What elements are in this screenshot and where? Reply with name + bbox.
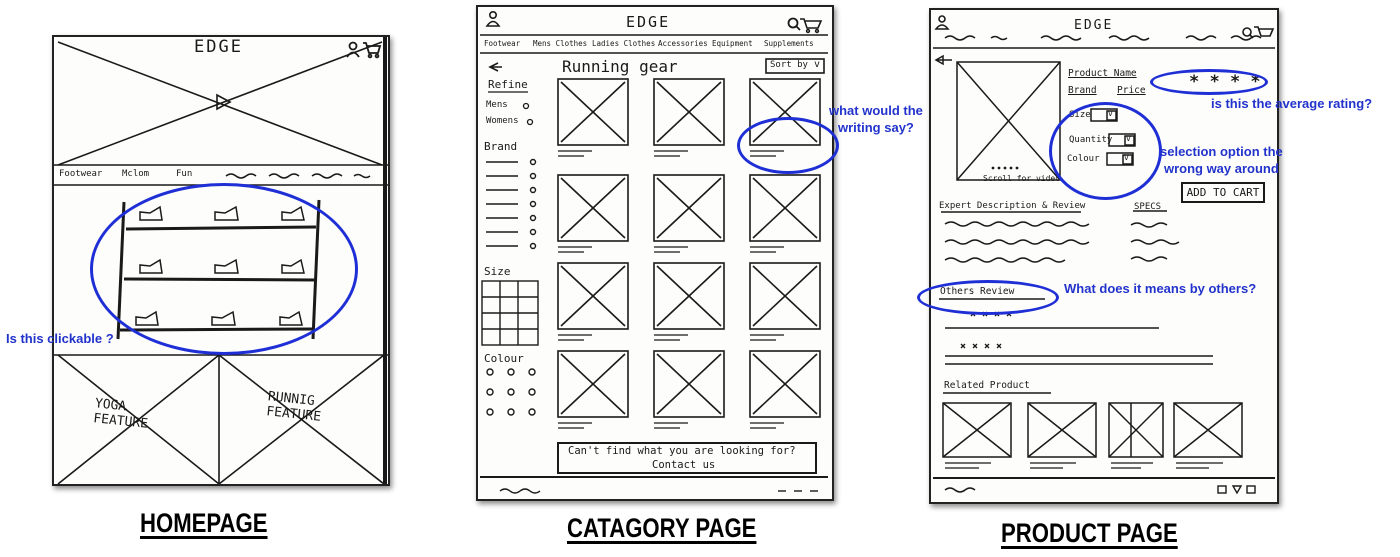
colour-dropdown-chevron-icon[interactable]: v: [1124, 153, 1129, 162]
others-annotation: What does it means by others?: [1064, 281, 1257, 296]
others-review-heading: Others Review: [940, 286, 1015, 297]
contact-line-1[interactable]: Can't find what you are looking for?: [568, 445, 796, 457]
product-label: PRODUCT PAGE: [1001, 518, 1178, 548]
back-arrow-icon[interactable]: [488, 62, 502, 72]
size-grid[interactable]: [481, 280, 539, 346]
nav-item-3[interactable]: Fun: [176, 169, 192, 179]
selection-annotation: selection option the wrong way around: [1160, 144, 1283, 176]
user-icon[interactable]: [485, 11, 501, 27]
colour-filter-label: Colour: [484, 352, 524, 365]
cat-nav-ladies[interactable]: Ladies Clothes: [592, 39, 655, 48]
cart-icon[interactable]: [800, 18, 823, 34]
cart-icon[interactable]: [363, 42, 382, 59]
product-card[interactable]: [749, 78, 821, 157]
product-card[interactable]: [749, 262, 821, 341]
tab-expert-review[interactable]: Expert Description & Review: [939, 201, 1085, 211]
product-brand[interactable]: EDGE: [1074, 18, 1113, 33]
running-feature[interactable]: RUNNIG FEATURE: [266, 389, 324, 425]
cat-nav-mens[interactable]: Mens Clothes: [533, 39, 587, 48]
product-card[interactable]: [557, 350, 629, 429]
sort-chevron-icon[interactable]: v: [814, 59, 820, 70]
user-icon[interactable]: [346, 41, 360, 58]
shoe-icon: [135, 310, 159, 326]
size-dropdown-chevron-icon[interactable]: v: [1108, 109, 1113, 118]
cat-nav-equipment[interactable]: Equipment: [712, 39, 753, 48]
cat-nav-accessories[interactable]: Accessories: [658, 39, 708, 48]
sort-by-label[interactable]: Sort by: [770, 60, 808, 70]
rating-annotation: is this the average rating?: [1211, 96, 1373, 111]
shoe-icon: [214, 258, 239, 274]
colour-select-label: Colour: [1067, 154, 1100, 164]
contact-line-2[interactable]: Contact us: [652, 459, 715, 471]
cat-nav-footwear[interactable]: Footwear: [484, 39, 520, 48]
search-icon[interactable]: [1242, 27, 1254, 39]
add-to-cart-button[interactable]: ADD TO CART: [1181, 182, 1265, 203]
homepage-annotation: Is this clickable ?: [6, 331, 114, 346]
category-label: CATAGORY PAGE: [567, 513, 757, 543]
quantity-select-label: Quantity: [1069, 135, 1113, 145]
product-name: Product Name: [1068, 68, 1137, 79]
related-product-heading: Related Product: [944, 380, 1030, 391]
product-brand-field[interactable]: Brand: [1068, 85, 1097, 96]
shoe-icon: [139, 205, 163, 221]
category-annotation: what would the writing say?: [829, 103, 923, 135]
product-card[interactable]: [557, 78, 629, 157]
product-card[interactable]: [749, 174, 821, 253]
cat-nav-supplements[interactable]: Supplements: [764, 39, 814, 48]
colour-swatches[interactable]: [486, 368, 536, 416]
homepage-label: HOMEPAGE: [140, 508, 268, 538]
brand-filter-label: Brand: [484, 140, 518, 153]
category-wireframe-lines: [480, 11, 828, 494]
user-icon[interactable]: [934, 15, 950, 30]
product-card[interactable]: [557, 174, 629, 253]
category-brand[interactable]: EDGE: [626, 13, 670, 31]
product-card[interactable]: [653, 350, 725, 429]
category-heading: Running gear: [562, 57, 678, 76]
tab-specs[interactable]: SPECS: [1134, 202, 1161, 212]
homepage-sketch: EDGE Footwear Mclom Fun YOGA FEATURE RUN…: [52, 35, 390, 486]
filter-mens[interactable]: Mens: [486, 100, 508, 110]
scroll-video-caption[interactable]: Scroll for video: [983, 174, 1060, 183]
product-card[interactable]: [557, 262, 629, 341]
category-sketch: EDGE Footwear Mens Clothes Ladies Clothe…: [476, 5, 834, 501]
product-grid: [557, 78, 821, 429]
product-card[interactable]: [653, 78, 725, 157]
shoe-icon: [139, 258, 163, 274]
quantity-dropdown-chevron-icon[interactable]: v: [1126, 134, 1131, 143]
product-card[interactable]: [653, 174, 725, 253]
nav-item-footwear[interactable]: Footwear: [59, 169, 102, 179]
product-card[interactable]: [653, 262, 725, 341]
product-rating: * * * *: [1189, 72, 1261, 92]
filter-womens[interactable]: Womens: [486, 116, 519, 126]
footer-social-icons[interactable]: [1217, 485, 1256, 495]
shoe-icon: [281, 258, 305, 274]
size-filter-label: Size: [484, 265, 511, 278]
back-arrow-icon[interactable]: [934, 54, 952, 66]
shoe-icon: [211, 310, 236, 326]
nav-item-2[interactable]: Mclom: [122, 169, 149, 179]
shoe-icon: [214, 205, 239, 221]
product-sketch: EDGE Product Name Brand Price * * * * Si…: [929, 8, 1279, 504]
product-card[interactable]: [749, 350, 821, 429]
product-price: Price: [1117, 85, 1146, 96]
shoe-icon: [279, 310, 303, 326]
shoe-icon: [281, 205, 305, 221]
size-select-label: Size: [1069, 110, 1091, 120]
homepage-brand[interactable]: EDGE: [194, 37, 243, 57]
refine-label: Refine: [488, 78, 528, 91]
yoga-feature[interactable]: YOGA FEATURE: [93, 396, 151, 432]
search-icon[interactable]: [787, 17, 801, 31]
cart-icon[interactable]: [1254, 26, 1275, 37]
